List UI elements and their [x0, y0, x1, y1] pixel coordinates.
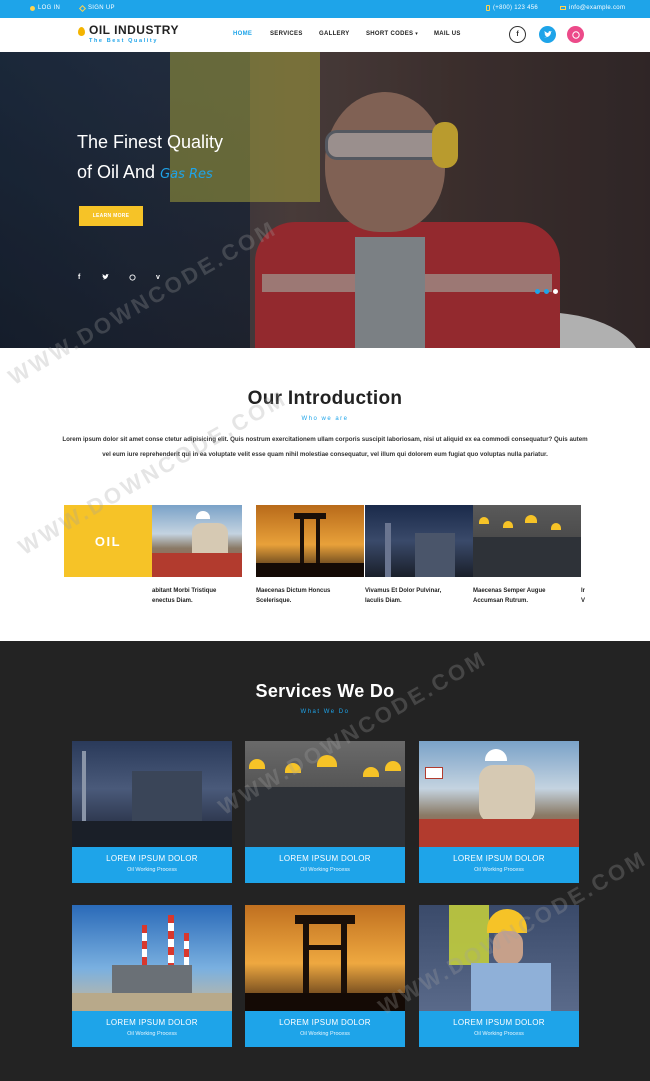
hero-slider: The Finest Quality of Oil And Gas Res LE…: [0, 52, 650, 348]
slider-dot-2[interactable]: [544, 289, 549, 294]
service-card-4-image: [72, 905, 232, 1011]
service-card-3-image: [419, 741, 579, 847]
service-card-6[interactable]: LOREM IPSUM DOLOR Oil Working Process: [419, 905, 579, 1047]
signup-label[interactable]: SIGN UP: [88, 5, 115, 11]
service-card-5-title[interactable]: LOREM IPSUM DOLOR: [245, 1018, 405, 1027]
twitter-icon[interactable]: [102, 274, 109, 282]
service-card-2-image: [245, 741, 405, 847]
service-card-2-body: LOREM IPSUM DOLOR Oil Working Process: [245, 847, 405, 883]
service-card-1-body: LOREM IPSUM DOLOR Oil Working Process: [72, 847, 232, 883]
gallery-strip: OIL: [64, 505, 585, 577]
service-card-2-title[interactable]: LOREM IPSUM DOLOR: [245, 854, 405, 863]
nav-short-codes[interactable]: SHORT CODES ▾: [366, 31, 418, 37]
service-card-4-title[interactable]: LOREM IPSUM DOLOR: [72, 1018, 232, 1027]
slider-dots: [535, 289, 558, 294]
service-card-4[interactable]: LOREM IPSUM DOLOR Oil Working Process: [72, 905, 232, 1047]
hero-heading-line2: of Oil And Gas Res: [77, 162, 213, 183]
service-card-1-title[interactable]: LOREM IPSUM DOLOR: [72, 854, 232, 863]
phone-info: (+800) 123 456: [486, 5, 538, 11]
pencil-icon: [78, 4, 87, 12]
login-label[interactable]: LOG IN: [38, 5, 60, 11]
brand-tagline: The Best Quality: [89, 38, 158, 44]
hero-heading-prefix: of Oil And: [77, 162, 156, 182]
gallery-image-4[interactable]: [473, 505, 581, 577]
gallery-image-1[interactable]: [152, 505, 242, 577]
gallery-caption-4-text: Maecenas Semper Augue Accumsan Rutrum.: [473, 588, 546, 604]
email-link[interactable]: info@example.com: [560, 5, 625, 11]
service-card-5-image: [245, 905, 405, 1011]
service-card-5-body: LOREM IPSUM DOLOR Oil Working Process: [245, 1011, 405, 1047]
gallery-caption-4: Maecenas Semper Augue Accumsan Rutrum.: [473, 586, 545, 606]
site-header: OIL INDUSTRY The Best Quality HOME SERVI…: [0, 18, 650, 52]
nav-gallery[interactable]: GALLERY: [319, 31, 350, 37]
email-address[interactable]: info@example.com: [569, 5, 625, 11]
gallery-caption-2-text: Maecenas Dictum Honcus Scelerisque.: [256, 588, 331, 604]
vimeo-icon[interactable]: v: [156, 274, 160, 281]
gallery-caption-5-text: Ir V: [581, 588, 586, 604]
service-card-6-body: LOREM IPSUM DOLOR Oil Working Process: [419, 1011, 579, 1047]
gallery-caption-5: Ir V: [581, 586, 585, 606]
slider-dot-1[interactable]: [535, 289, 540, 294]
nav-home[interactable]: HOME: [233, 31, 252, 37]
dribbble-icon[interactable]: [567, 26, 584, 43]
service-card-6-subtitle: Oil Working Process: [474, 1031, 524, 1037]
facebook-icon[interactable]: f: [509, 26, 526, 43]
nav-mail-us[interactable]: MAIL US: [434, 31, 461, 37]
gallery-image-3[interactable]: [365, 505, 473, 577]
service-card-1-subtitle: Oil Working Process: [127, 867, 177, 873]
gallery-caption-3-text: Vivamus Et Dolor Pulvinar, Iaculis Diam.: [365, 588, 442, 604]
hero-heading-animated: Gas Res: [160, 167, 213, 182]
service-card-2-subtitle: Oil Working Process: [300, 867, 350, 873]
gallery-caption-3: Vivamus Et Dolor Pulvinar, Iaculis Diam.: [365, 586, 441, 606]
slider-dot-3[interactable]: [553, 289, 558, 294]
top-bar: LOG IN SIGN UP (+800) 123 456 info@examp…: [0, 0, 650, 18]
twitter-icon[interactable]: [539, 26, 556, 43]
gallery-image-2[interactable]: [256, 505, 364, 577]
service-card-1[interactable]: LOREM IPSUM DOLOR Oil Working Process: [72, 741, 232, 883]
intro-paragraph: Lorem ipsum dolor sit amet conse ctetur …: [62, 436, 588, 458]
phone-number: (+800) 123 456: [493, 5, 539, 11]
signup-link[interactable]: SIGN UP: [78, 4, 115, 12]
lock-icon: [30, 5, 35, 11]
hero-heading-line1: The Finest Quality: [77, 132, 224, 152]
gallery-caption-2: Maecenas Dictum Honcus Scelerisque.: [256, 586, 330, 606]
services-title: Services We Do: [255, 681, 395, 701]
service-card-2[interactable]: LOREM IPSUM DOLOR Oil Working Process: [245, 741, 405, 883]
login-link[interactable]: LOG IN: [30, 5, 60, 11]
service-card-5[interactable]: LOREM IPSUM DOLOR Oil Working Process: [245, 905, 405, 1047]
envelope-icon: [560, 6, 566, 10]
facebook-icon[interactable]: f: [78, 274, 80, 281]
chevron-down-icon: ▾: [415, 31, 419, 37]
hero-overlay: [0, 52, 650, 348]
intro-title: Our Introduction: [247, 388, 403, 409]
oil-drop-icon: [78, 27, 85, 36]
learn-more-button[interactable]: LEARN MORE: [79, 206, 143, 226]
service-card-3-body: LOREM IPSUM DOLOR Oil Working Process: [419, 847, 579, 883]
service-card-3[interactable]: LOREM IPSUM DOLOR Oil Working Process: [419, 741, 579, 883]
service-card-1-image: [72, 741, 232, 847]
nav-services[interactable]: SERVICES: [270, 31, 303, 37]
service-card-3-subtitle: Oil Working Process: [474, 867, 524, 873]
service-card-6-image: [419, 905, 579, 1011]
phone-icon: [486, 5, 490, 11]
brand-name[interactable]: OIL INDUSTRY: [89, 23, 179, 37]
nav-short-codes-label[interactable]: SHORT CODES: [366, 31, 413, 37]
service-card-5-subtitle: Oil Working Process: [300, 1031, 350, 1037]
oil-label-tile: OIL: [64, 505, 152, 577]
gallery-caption-1: abitant Morbi Tristique enectus Diam.: [152, 586, 216, 606]
service-card-6-title[interactable]: LOREM IPSUM DOLOR: [419, 1018, 579, 1027]
intro-subtitle: Who we are: [301, 416, 349, 422]
dribbble-icon[interactable]: [129, 274, 136, 283]
service-card-3-title[interactable]: LOREM IPSUM DOLOR: [419, 854, 579, 863]
service-card-4-body: LOREM IPSUM DOLOR Oil Working Process: [72, 1011, 232, 1047]
services-subtitle: What We Do: [300, 709, 350, 715]
service-card-4-subtitle: Oil Working Process: [127, 1031, 177, 1037]
gallery-caption-1-text: abitant Morbi Tristique enectus Diam.: [152, 588, 217, 604]
